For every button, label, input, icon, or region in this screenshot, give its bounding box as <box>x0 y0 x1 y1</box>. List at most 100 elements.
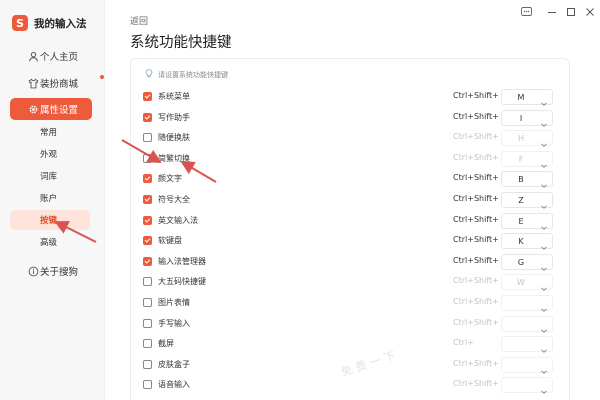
shortcut-name[interactable]: 颜文字 <box>158 173 182 184</box>
info-icon <box>27 265 39 277</box>
shortcut-checkbox[interactable] <box>143 112 152 122</box>
shortcut-row: 手写输入 Ctrl+Shift+ <box>131 314 569 334</box>
sidebar-subitem-account[interactable]: 账户 <box>10 188 90 208</box>
hint-text: 请设置系统功能快捷键 <box>158 70 228 79</box>
shortcut-name[interactable]: 写作助手 <box>158 112 190 123</box>
hint: 请设置系统功能快捷键 <box>145 69 228 80</box>
shortcut-modifier: Ctrl+ <box>453 338 474 348</box>
chevron-down-icon <box>540 320 548 333</box>
shortcut-name[interactable]: 输入法管理器 <box>158 256 206 267</box>
shortcut-checkbox[interactable] <box>143 236 152 246</box>
shortcut-key-value: B <box>518 175 524 185</box>
shortcut-key-select[interactable]: G <box>501 253 553 271</box>
shortcut-key-select[interactable] <box>501 377 553 395</box>
sidebar-subitem-common[interactable]: 常用 <box>10 122 90 142</box>
shortcut-row: 简繁切换 Ctrl+Shift+ F <box>131 149 569 169</box>
shortcut-key-select[interactable]: M <box>501 89 553 106</box>
shortcut-row: 语音输入 Ctrl+Shift+ <box>131 375 569 395</box>
shortcut-modifier: Ctrl+Shift+ <box>453 379 499 389</box>
gear-icon <box>27 103 39 115</box>
minimize-icon[interactable] <box>545 6 559 18</box>
maximize-icon[interactable] <box>564 6 578 18</box>
close-icon[interactable] <box>583 6 597 18</box>
back-link[interactable]: 返回 <box>130 14 148 27</box>
sidebar-item-settings[interactable]: 属性设置 <box>10 98 92 120</box>
shortcut-checkbox[interactable] <box>143 153 152 163</box>
shortcut-checkbox[interactable] <box>143 277 152 287</box>
sidebar-item-label: 装扮商城 <box>40 79 79 90</box>
shortcut-name[interactable]: 大五码快捷键 <box>158 276 206 287</box>
shortcut-name[interactable]: 简繁切换 <box>158 153 190 164</box>
sidebar-subitem-dictionary[interactable]: 词库 <box>10 166 90 186</box>
sidebar-subitem-advanced[interactable]: 高级 <box>10 232 90 252</box>
shortcut-key-select[interactable]: I <box>501 109 553 127</box>
shortcut-checkbox[interactable] <box>143 298 152 307</box>
sidebar-item-about[interactable]: 关于搜狗 <box>10 260 92 282</box>
shortcut-checkbox[interactable] <box>143 318 152 328</box>
shortcut-name[interactable]: 随便换肤 <box>158 132 190 143</box>
chevron-down-icon <box>540 217 548 230</box>
shortcut-modifier: Ctrl+Shift+ <box>453 194 499 203</box>
shortcut-key-select[interactable]: E <box>501 212 553 230</box>
shortcut-key-select[interactable] <box>501 315 553 333</box>
shortcut-modifier: Ctrl+Shift+ <box>453 91 499 100</box>
shirt-icon <box>27 77 39 89</box>
shortcut-modifier: Ctrl+Shift+ <box>453 235 499 245</box>
shortcut-checkbox[interactable] <box>143 174 152 184</box>
sidebar-item-profile[interactable]: 个人主页 <box>10 45 92 67</box>
help-icon[interactable] <box>519 6 533 18</box>
shortcut-name[interactable]: 手写输入 <box>158 318 190 329</box>
shortcut-name[interactable]: 图片表情 <box>158 297 190 308</box>
shortcut-name[interactable]: 系统菜单 <box>158 91 190 102</box>
shortcut-checkbox[interactable] <box>143 215 152 225</box>
shortcut-modifier: Ctrl+Shift+ <box>453 255 499 265</box>
chevron-down-icon <box>540 134 548 148</box>
sidebar-subitem-appearance[interactable]: 外观 <box>10 144 90 164</box>
shortcut-modifier: Ctrl+Shift+ <box>453 152 499 162</box>
shortcut-name[interactable]: 软键盘 <box>158 235 182 246</box>
page-title: 系统功能快捷键 <box>130 35 232 51</box>
shortcut-modifier: Ctrl+Shift+ <box>453 297 499 306</box>
shortcut-key-select[interactable]: K <box>501 233 553 251</box>
brand: S 我的输入法 <box>12 14 87 32</box>
shortcut-checkbox[interactable] <box>143 133 152 143</box>
shortcut-checkbox[interactable] <box>143 359 152 369</box>
shortcut-checkbox[interactable] <box>143 339 152 349</box>
sidebar-item-store[interactable]: 装扮商城 <box>10 72 104 94</box>
sidebar-item-label: 个人主页 <box>40 52 79 63</box>
shortcut-modifier: Ctrl+Shift+ <box>453 111 499 121</box>
sidebar-item-label: 关于搜狗 <box>40 267 79 278</box>
shortcut-checkbox[interactable] <box>143 195 152 204</box>
shortcut-row: 软键盘 Ctrl+Shift+ K <box>131 231 569 251</box>
shortcut-key-select[interactable]: F <box>501 150 553 168</box>
shortcut-key-select[interactable] <box>501 336 553 354</box>
chevron-down-icon <box>540 155 548 168</box>
lightbulb-icon <box>145 69 153 80</box>
shortcut-name[interactable]: 英文输入法 <box>158 215 198 226</box>
shortcut-checkbox[interactable] <box>143 380 152 390</box>
sidebar-subitem-keys[interactable]: 按键 <box>10 210 90 230</box>
shortcut-key-select[interactable]: W <box>501 274 553 292</box>
shortcut-key-value: H <box>517 134 524 144</box>
shortcut-row: 输入法管理器 Ctrl+Shift+ G <box>131 252 569 272</box>
shortcut-key-select[interactable]: H <box>501 130 553 148</box>
chevron-down-icon <box>540 340 548 354</box>
shortcut-key-select[interactable] <box>501 356 553 374</box>
shortcut-key-select[interactable] <box>501 295 553 312</box>
user-icon <box>27 50 39 62</box>
shortcut-name[interactable]: 符号大全 <box>158 194 190 205</box>
shortcut-key-select[interactable]: Z <box>501 192 553 209</box>
shortcut-name[interactable]: 语音输入 <box>158 379 190 390</box>
shortcut-name[interactable]: 截屏 <box>158 338 174 349</box>
shortcut-key-value: I <box>519 113 523 123</box>
shortcut-modifier: Ctrl+Shift+ <box>453 317 499 327</box>
shortcut-checkbox[interactable] <box>143 92 152 101</box>
shortcut-name[interactable]: 皮肤盒子 <box>158 359 190 370</box>
shortcut-row: 图片表情 Ctrl+Shift+ <box>131 293 569 313</box>
app-logo-icon: S <box>12 15 28 31</box>
chevron-down-icon <box>540 258 548 271</box>
shortcut-row: 截屏 Ctrl+ <box>131 334 569 354</box>
shortcut-key-select[interactable]: B <box>501 171 553 189</box>
shortcut-checkbox[interactable] <box>143 256 152 266</box>
shortcut-modifier: Ctrl+Shift+ <box>453 276 499 286</box>
